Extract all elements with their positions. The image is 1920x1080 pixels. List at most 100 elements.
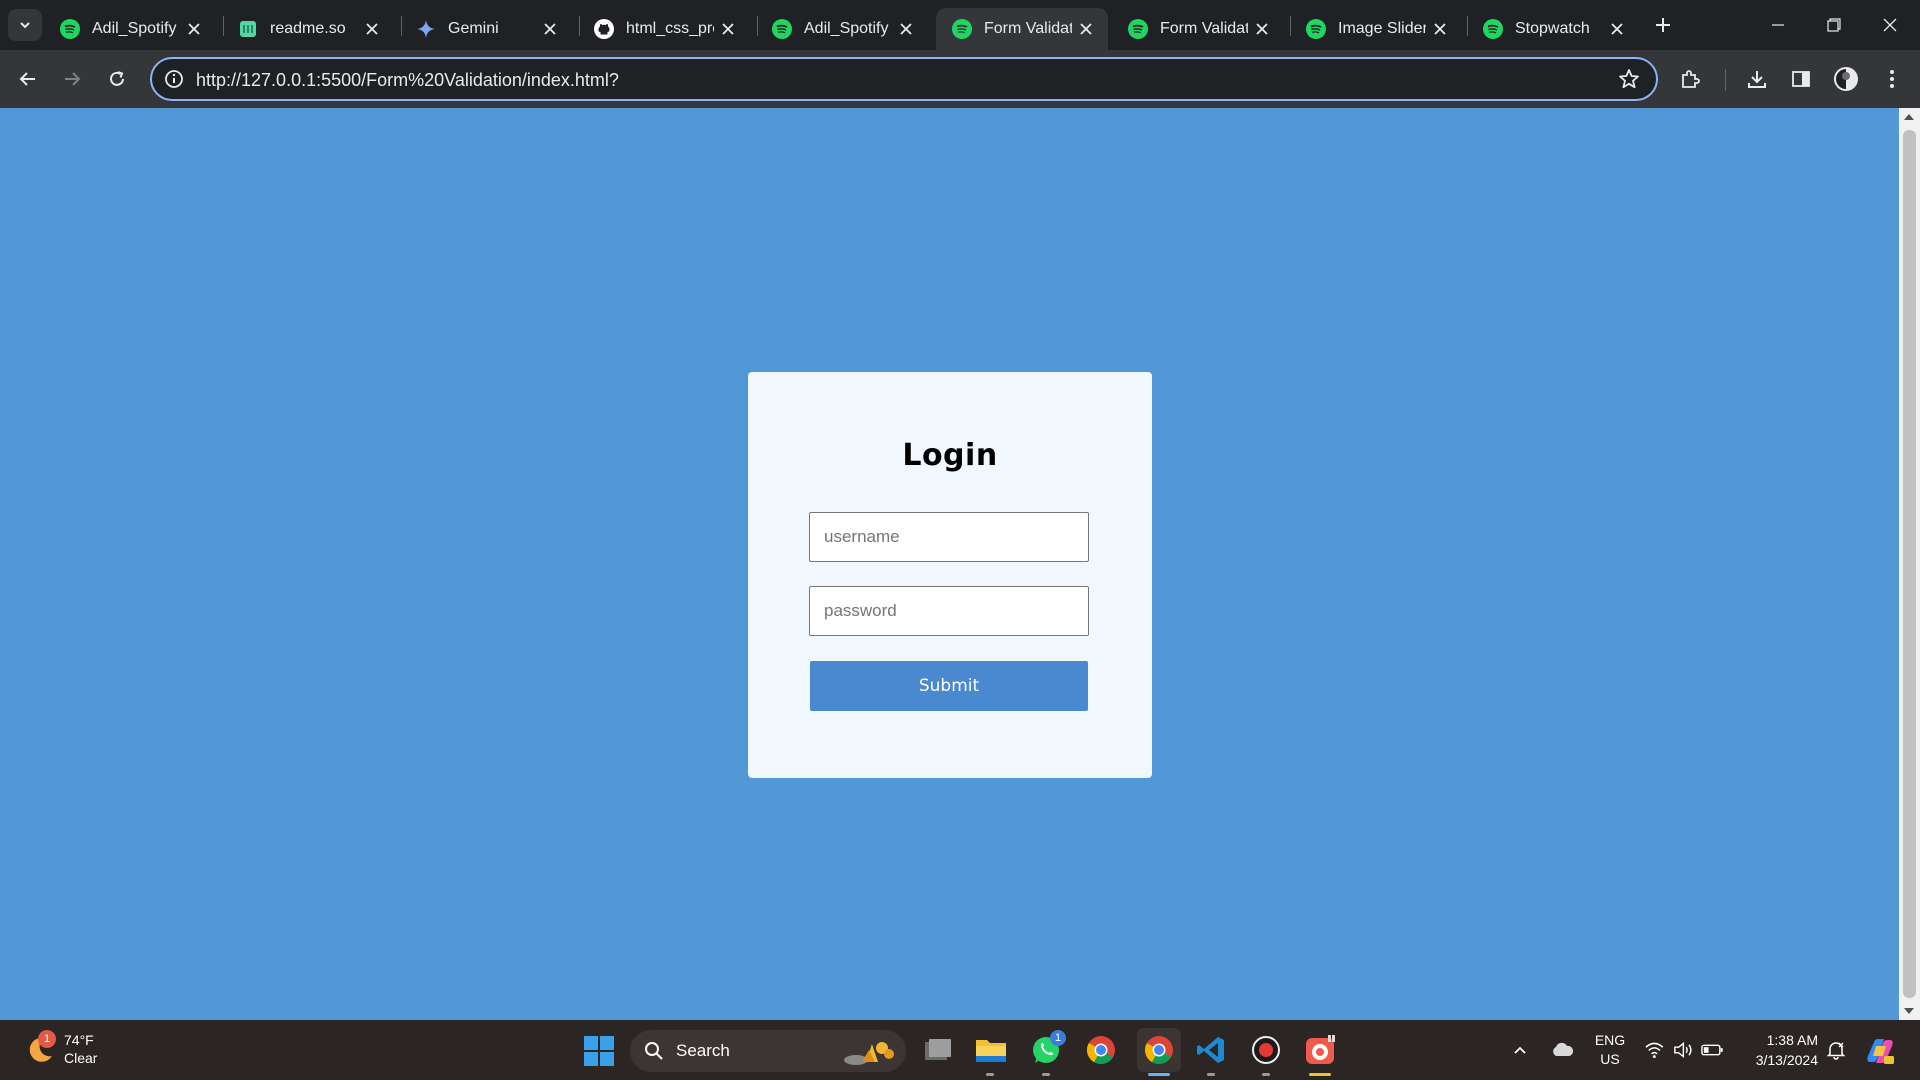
chevron-up-icon[interactable] bbox=[1512, 1042, 1528, 1058]
close-icon[interactable] bbox=[1254, 21, 1270, 37]
close-icon[interactable] bbox=[1609, 21, 1625, 37]
region-code: US bbox=[1600, 1051, 1620, 1067]
browser-tab[interactable]: Image Slider bbox=[1290, 8, 1462, 50]
scroll-thumb[interactable] bbox=[1903, 130, 1916, 998]
password-input[interactable] bbox=[809, 586, 1089, 636]
language-code: ENG bbox=[1594, 1032, 1626, 1048]
avatar bbox=[1834, 67, 1858, 91]
tab-title: Adil_Spotify bbox=[92, 20, 177, 37]
tab-title: Gemini bbox=[448, 20, 499, 37]
close-window-button[interactable] bbox=[1862, 0, 1918, 50]
browser-tab[interactable]: Form Validati bbox=[1112, 8, 1284, 50]
readme-icon bbox=[238, 19, 258, 39]
tab-title: Image Slider bbox=[1338, 20, 1426, 37]
weather-badge: 1 bbox=[38, 1030, 56, 1048]
browser-tab-active[interactable]: Form Validati bbox=[936, 8, 1108, 50]
github-icon bbox=[594, 19, 614, 39]
onedrive-cloud-icon[interactable] bbox=[1550, 1040, 1574, 1060]
notification-bell-icon[interactable] bbox=[1826, 1040, 1846, 1060]
close-icon bbox=[1883, 18, 1897, 32]
taskbar: 1 74°F Clear Search 1 ENG US 1:38 AM 3/1… bbox=[0, 1020, 1920, 1080]
weather-temp: 74°F bbox=[64, 1032, 94, 1048]
scroll-down-icon[interactable] bbox=[1904, 1008, 1914, 1014]
tab-title: Form Validati bbox=[984, 20, 1072, 37]
tab-search-button[interactable] bbox=[8, 9, 42, 41]
close-icon[interactable] bbox=[1432, 21, 1448, 37]
spotify-icon bbox=[772, 19, 792, 39]
page-scrollbar[interactable] bbox=[1899, 108, 1920, 1020]
username-input[interactable] bbox=[809, 512, 1089, 562]
chrome-icon[interactable] bbox=[1083, 1032, 1119, 1068]
submit-button[interactable]: Submit bbox=[810, 661, 1088, 711]
spotify-icon bbox=[952, 19, 972, 39]
tab-title: Adil_Spotify bbox=[804, 20, 889, 37]
login-title: Login bbox=[902, 438, 998, 473]
tab-title: Form Validati bbox=[1160, 20, 1248, 37]
vscode-icon[interactable] bbox=[1193, 1032, 1229, 1068]
start-button[interactable] bbox=[584, 1036, 614, 1066]
back-button[interactable] bbox=[12, 63, 44, 95]
browser-tab[interactable]: Gemini bbox=[400, 8, 572, 50]
weather-widget[interactable]: 1 74°F Clear bbox=[24, 1030, 134, 1070]
battery-icon bbox=[1701, 1044, 1724, 1056]
downloads-button[interactable] bbox=[1741, 63, 1773, 95]
tab-title: html_css_proj bbox=[626, 20, 714, 37]
taskbar-search[interactable]: Search bbox=[630, 1030, 906, 1072]
whatsapp-icon[interactable]: 1 bbox=[1028, 1030, 1066, 1068]
windows-logo-tile bbox=[600, 1036, 614, 1050]
reload-button[interactable] bbox=[101, 63, 133, 95]
browser-tab[interactable]: Stopwatch bbox=[1467, 8, 1639, 50]
browser-tab[interactable]: html_css_proj bbox=[578, 8, 750, 50]
file-explorer-icon[interactable] bbox=[973, 1032, 1009, 1068]
minimize-icon bbox=[1772, 24, 1784, 26]
clock-time: 1:38 AM bbox=[1766, 1032, 1818, 1048]
site-info-icon[interactable] bbox=[164, 69, 184, 89]
active-app-indicator bbox=[1148, 1073, 1170, 1076]
tab-strip: Adil_Spotify readme.so Gemini html_css_p… bbox=[0, 0, 1920, 50]
side-panel-icon bbox=[1792, 71, 1810, 87]
system-tray[interactable] bbox=[1644, 1038, 1724, 1062]
copilot-icon[interactable] bbox=[1864, 1036, 1896, 1066]
chevron-down-icon bbox=[20, 22, 30, 29]
extensions-button[interactable] bbox=[1674, 63, 1706, 95]
new-tab-button[interactable] bbox=[1650, 12, 1676, 38]
tab-title: Stopwatch bbox=[1515, 20, 1590, 37]
browser-tab[interactable]: readme.so bbox=[222, 8, 394, 50]
minimize-button[interactable] bbox=[1750, 0, 1806, 50]
side-panel-button[interactable] bbox=[1785, 63, 1817, 95]
address-bar[interactable]: http://127.0.0.1:5500/Form%20Validation/… bbox=[150, 57, 1658, 101]
close-icon[interactable] bbox=[898, 21, 914, 37]
recorder-icon[interactable] bbox=[1248, 1032, 1284, 1068]
browser-menu-button[interactable] bbox=[1876, 63, 1908, 95]
close-icon[interactable] bbox=[1078, 21, 1094, 37]
plus-icon bbox=[1656, 18, 1670, 32]
windows-logo-tile bbox=[600, 1052, 614, 1066]
browser-tab[interactable]: Adil_Spotify bbox=[44, 8, 216, 50]
running-indicator bbox=[1207, 1073, 1215, 1076]
close-icon[interactable] bbox=[720, 21, 736, 37]
forward-button[interactable] bbox=[56, 63, 88, 95]
clock-date: 3/13/2024 bbox=[1755, 1052, 1818, 1068]
browser-tab[interactable]: Adil_Spotify bbox=[756, 8, 928, 50]
task-view-icon[interactable] bbox=[920, 1032, 956, 1068]
close-icon[interactable] bbox=[542, 21, 558, 37]
language-indicator[interactable]: ENG US bbox=[1592, 1031, 1628, 1069]
camera-app-icon[interactable] bbox=[1302, 1032, 1338, 1068]
windows-logo-tile bbox=[584, 1036, 598, 1050]
chrome-icon[interactable] bbox=[1137, 1028, 1181, 1072]
taskbar-clock[interactable]: 1:38 AM 3/13/2024 bbox=[1738, 1030, 1818, 1070]
close-icon[interactable] bbox=[364, 21, 380, 37]
login-card: Login Submit bbox=[748, 372, 1152, 778]
volume-icon bbox=[1673, 1041, 1692, 1059]
restore-button[interactable] bbox=[1806, 0, 1862, 50]
restore-icon bbox=[1827, 18, 1841, 32]
toolbar-divider bbox=[1725, 69, 1726, 91]
search-highlight-icon bbox=[844, 1042, 894, 1065]
url-text[interactable]: http://127.0.0.1:5500/Form%20Validation/… bbox=[196, 70, 619, 91]
close-icon[interactable] bbox=[186, 21, 202, 37]
bookmark-star-icon[interactable] bbox=[1618, 68, 1640, 90]
running-indicator bbox=[1309, 1073, 1331, 1076]
running-indicator bbox=[1042, 1073, 1050, 1076]
profile-button[interactable] bbox=[1830, 63, 1862, 95]
scroll-up-icon[interactable] bbox=[1904, 114, 1914, 120]
